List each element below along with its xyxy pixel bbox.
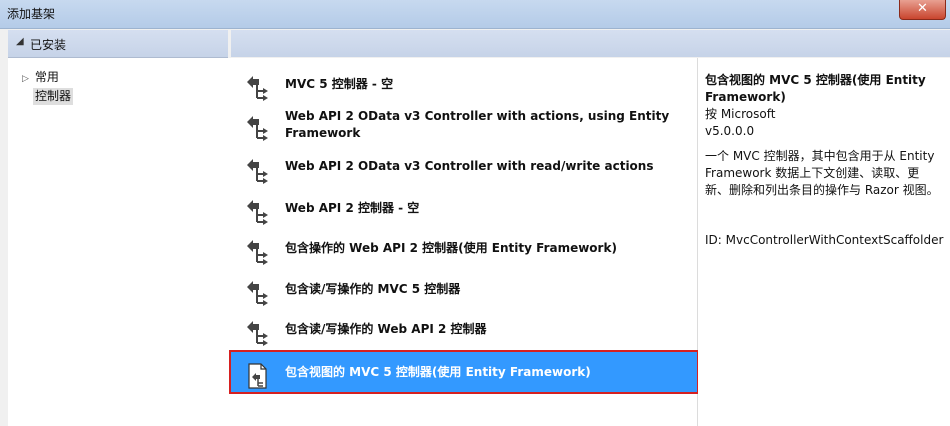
tree-header-label: 已安装 <box>30 38 67 52</box>
list-item-label: MVC 5 控制器 - 空 <box>285 77 394 91</box>
tree-item-common[interactable]: ▷ 常用 <box>22 68 59 84</box>
view-controller-icon <box>248 363 267 389</box>
expand-arrow-icon: ◢ <box>16 36 24 47</box>
list-item-label: 包含读/写操作的 MVC 5 控制器 <box>285 282 461 296</box>
tree-item-controllers[interactable]: 控制器 <box>33 88 74 105</box>
details-version: v5.0.0.0 <box>705 124 755 138</box>
list-item[interactable]: Web API 2 OData v3 Controller with actio… <box>231 104 697 144</box>
details-panel: 包含视图的 MVC 5 控制器(使用 Entity Framework) 按 M… <box>698 58 950 426</box>
list-item-label: Web API 2 控制器 - 空 <box>285 201 420 215</box>
list-item[interactable]: 包含读/写操作的 MVC 5 控制器 <box>231 269 697 309</box>
list-item-label: Web API 2 OData v3 Controller with actio… <box>285 109 670 140</box>
list-item[interactable]: Web API 2 控制器 - 空 <box>231 188 697 228</box>
category-tree: ▷ 常用 控制器 <box>8 58 231 426</box>
tree-item-label: 控制器 <box>35 89 72 103</box>
controller-icon <box>247 321 268 346</box>
collapsed-arrow-icon: ▷ <box>22 74 29 84</box>
controller-icon <box>247 200 268 225</box>
window-title: 添加基架 <box>7 7 56 21</box>
controller-icon <box>247 281 268 306</box>
list-header-strip <box>231 30 950 57</box>
list-item-label: Web API 2 OData v3 Controller with read/… <box>285 159 654 173</box>
list-item[interactable]: MVC 5 控制器 - 空 <box>231 64 697 104</box>
list-item[interactable]: Web API 2 OData v3 Controller with read/… <box>231 147 697 187</box>
list-item-selected[interactable]: 包含视图的 MVC 5 控制器(使用 Entity Framework) <box>229 350 699 394</box>
controller-icon <box>247 116 268 141</box>
tree-item-label: 常用 <box>34 70 59 84</box>
list-item[interactable]: 包含读/写操作的 Web API 2 控制器 <box>231 309 697 349</box>
scaffold-list: MVC 5 控制器 - 空 Web API 2 OData v3 Control… <box>229 58 699 426</box>
close-button[interactable]: ✕ <box>899 0 946 20</box>
list-item-label: 包含读/写操作的 Web API 2 控制器 <box>285 322 487 336</box>
tree-header-installed[interactable]: ◢ 已安装 <box>8 30 228 58</box>
list-item-label: 包含操作的 Web API 2 控制器(使用 Entity Framework) <box>285 241 617 255</box>
close-icon: ✕ <box>917 1 928 16</box>
controller-icon <box>247 240 268 265</box>
details-id: ID: MvcControllerWithContextScaffolder <box>705 233 944 247</box>
list-item-label: 包含视图的 MVC 5 控制器(使用 Entity Framework) <box>285 365 591 379</box>
details-description: 一个 MVC 控制器，其中包含用于从 Entity Framework 数据上下… <box>705 149 939 197</box>
list-item[interactable]: 包含操作的 Web API 2 控制器(使用 Entity Framework) <box>231 228 697 268</box>
title-bar: 添加基架 ✕ <box>0 0 950 29</box>
controller-icon <box>247 159 268 184</box>
controller-icon <box>247 76 268 101</box>
details-author: 按 Microsoft <box>705 107 776 121</box>
details-title: 包含视图的 MVC 5 控制器(使用 Entity Framework) <box>705 73 926 104</box>
